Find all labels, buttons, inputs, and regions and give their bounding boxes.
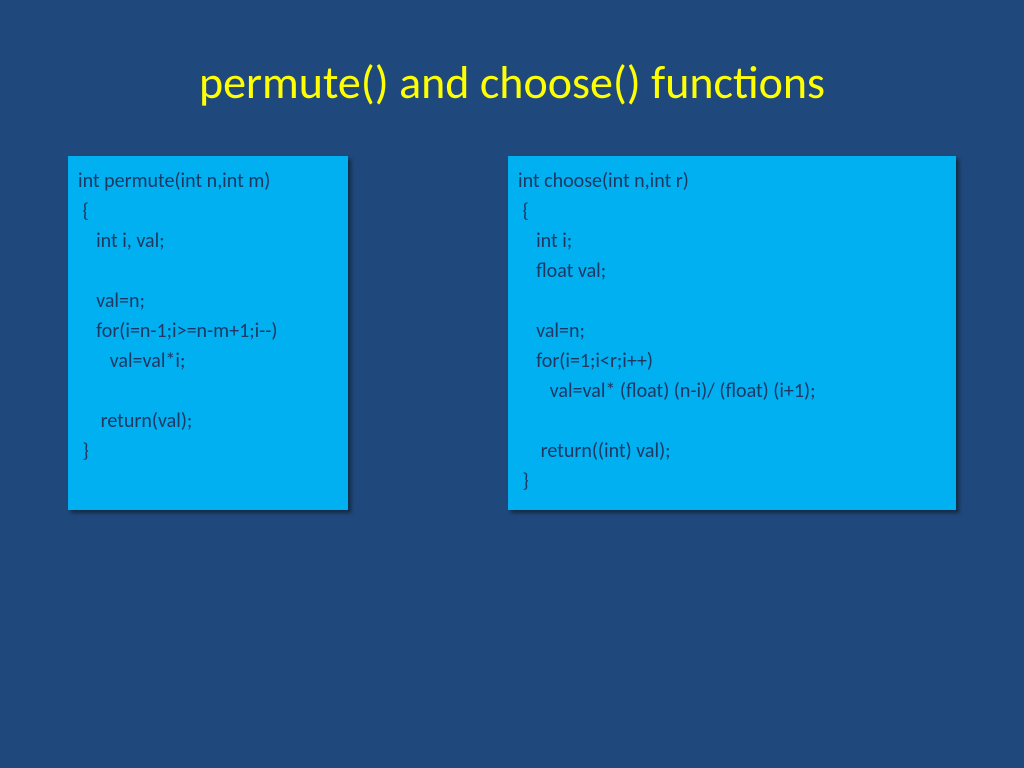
code-line: { [78,199,89,223]
choose-code-box: int choose(int n,int r) { int i; float v… [508,156,956,510]
code-line: int i, val; [78,229,165,253]
code-line: float val; [518,259,606,283]
slide-title: permute() and choose() functions [0,0,1024,156]
code-line: val=val*i; [78,349,185,373]
code-line: int choose(int n,int r) [518,169,689,193]
code-line: } [78,439,89,463]
code-line: for(i=n-1;i>=n-m+1;i--) [78,319,278,343]
code-line: for(i=1;i<r;i++) [518,349,653,373]
code-line: val=n; [78,289,145,313]
code-columns: int permute(int n,int m) { int i, val; v… [0,156,1024,510]
code-line: } [518,469,529,493]
code-line: return(val); [78,409,192,433]
code-line: int i; [518,229,572,253]
code-line: int permute(int n,int m) [78,169,270,193]
code-line: val=val* (float) (n-i)/ (float) (i+1); [518,379,815,403]
code-line: { [518,199,529,223]
code-line: return((int) val); [518,439,671,463]
permute-code-box: int permute(int n,int m) { int i, val; v… [68,156,348,510]
code-line: val=n; [518,319,585,343]
